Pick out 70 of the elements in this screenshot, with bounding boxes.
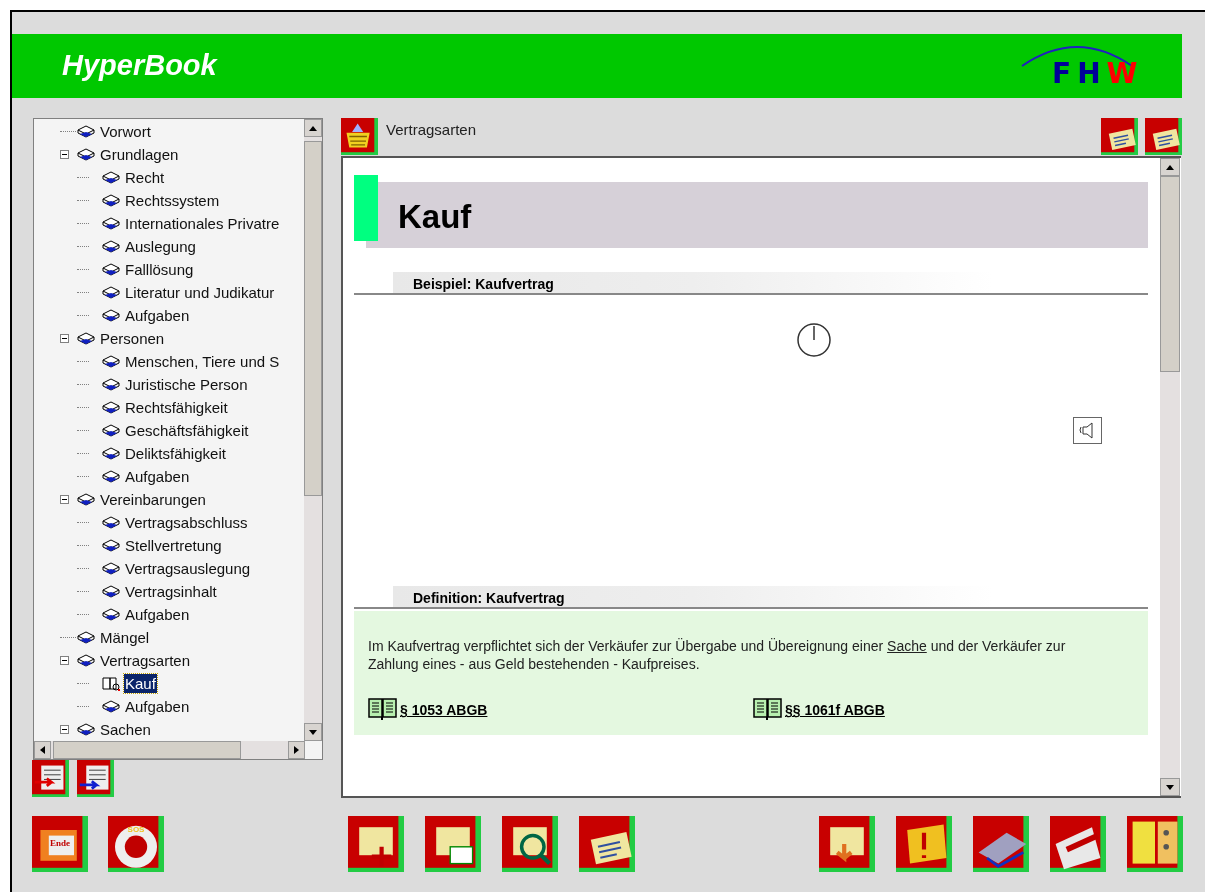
tree-item[interactable]: Deliktsfähigkeit [124, 444, 227, 463]
collapse-toggle[interactable] [60, 334, 69, 343]
forward-page-icon[interactable] [77, 760, 114, 797]
scroll-down-icon[interactable] [304, 723, 322, 741]
open-book-icon [753, 697, 783, 721]
scroll-down-icon[interactable] [1160, 778, 1180, 796]
back-page-icon[interactable] [32, 760, 69, 797]
warning-icon[interactable] [896, 816, 952, 872]
tree-item[interactable]: Vorwort [99, 122, 152, 141]
tree-item[interactable]: Vertragsauslegung [124, 559, 252, 578]
tree-item[interactable]: Stellvertretung [124, 536, 223, 555]
scroll-left-icon[interactable] [34, 741, 51, 759]
scroll-thumb[interactable] [1160, 176, 1180, 372]
tree-item[interactable]: Rechtsfähigkeit [124, 398, 229, 417]
tree-item[interactable]: Menschen, Tiere und S [124, 352, 281, 371]
tree-item[interactable]: Auslegung [124, 237, 197, 256]
tree-item[interactable]: Aufgaben [124, 697, 191, 716]
logo-text: FH W [1052, 60, 1144, 88]
tree-item[interactable]: Sachen [99, 720, 152, 739]
document-icon[interactable] [1101, 118, 1138, 155]
tree-item[interactable]: Personen [99, 329, 166, 348]
horizontal-scrollbar[interactable] [34, 741, 305, 759]
reference-link[interactable]: § 1053 ABGB [400, 700, 488, 721]
breadcrumb-title: Vertragsarten [386, 120, 477, 140]
pen-icon[interactable] [1050, 816, 1106, 872]
reference-link[interactable]: §§ 1061f ABGB [785, 700, 885, 721]
search-icon[interactable] [502, 816, 558, 872]
tree-item[interactable]: Mängel [99, 628, 151, 647]
tree-item[interactable]: Vertragsinhalt [124, 582, 218, 601]
inline-link[interactable]: Sache [887, 638, 927, 654]
collapse-toggle[interactable] [60, 495, 69, 504]
definition-text: Im Kaufvertrag verpflichtet sich der Verkäufer zur Übergabe und Übereignung einer Sache und der Verkäufer zur Zahlung eines - aus Geld bestehenden - Kaufpreises. [368, 637, 1067, 673]
tree-item[interactable]: Rechtssystem [124, 191, 221, 210]
tree-item[interactable]: Internationales Privatre [124, 214, 281, 233]
speaker-icon[interactable] [1073, 417, 1102, 444]
scroll-right-icon[interactable] [288, 741, 305, 759]
clock-icon[interactable] [796, 322, 832, 358]
scroll-up-icon[interactable] [1160, 158, 1180, 176]
basket-icon[interactable] [341, 118, 378, 155]
open-book-icon [368, 697, 398, 721]
document-icon[interactable] [579, 816, 635, 872]
document-card-icon[interactable] [425, 816, 481, 872]
tree-item[interactable]: Kauf [124, 674, 157, 693]
app-title: HyperBook [62, 48, 217, 84]
page-title: Kauf [398, 197, 472, 237]
tree-item[interactable]: Grundlagen [99, 145, 180, 164]
tree-item[interactable]: Vereinbarungen [99, 490, 207, 509]
tree-item[interactable]: Falllösung [124, 260, 195, 279]
scroll-up-icon[interactable] [304, 119, 322, 137]
exit-button[interactable]: Ende [32, 816, 88, 872]
vertical-scrollbar[interactable] [304, 119, 322, 741]
tree-item[interactable]: Aufgaben [124, 467, 191, 486]
heading-accent [354, 175, 378, 241]
tree-item[interactable]: Vertragsabschluss [124, 513, 249, 532]
open-book-icon [101, 675, 121, 692]
tree-item[interactable]: Juristische Person [124, 375, 249, 394]
documents-icon[interactable] [1145, 118, 1182, 155]
scroll-thumb[interactable] [53, 741, 241, 759]
tree-item[interactable]: Aufgaben [124, 605, 191, 624]
vertical-scrollbar[interactable] [1160, 158, 1180, 796]
tree-item[interactable]: Vertragsarten [99, 651, 192, 670]
tree-item[interactable]: Geschäftsfähigkeit [124, 421, 250, 440]
cards-icon[interactable] [1127, 816, 1183, 872]
tree-item[interactable]: Literatur und Judikatur [124, 283, 276, 302]
tree-item[interactable]: Recht [124, 168, 166, 187]
collapse-toggle[interactable] [60, 150, 69, 159]
scroll-thumb[interactable] [304, 141, 322, 496]
tree-item[interactable]: Aufgaben [124, 306, 191, 325]
collapse-toggle[interactable] [60, 725, 69, 734]
collapse-toggle[interactable] [60, 656, 69, 665]
